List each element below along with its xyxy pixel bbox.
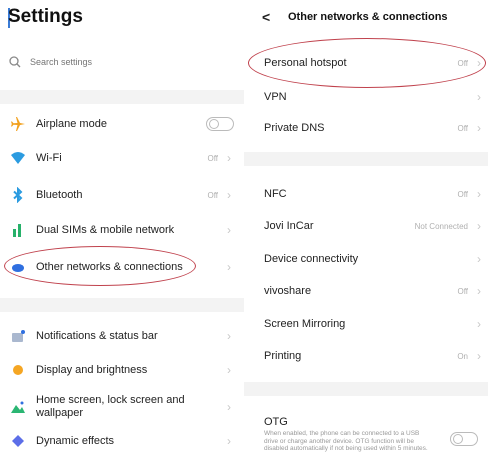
chevron-right-icon: ›	[477, 349, 481, 363]
bluetooth-icon	[10, 187, 26, 203]
setting-value: Off	[457, 189, 468, 199]
setting-wifi[interactable]: Wi-Fi Off ›	[0, 148, 244, 168]
setting-dual-sims[interactable]: Dual SIMs & mobile network ›	[0, 220, 244, 240]
chevron-right-icon: ›	[477, 252, 481, 266]
header: < Other networks & connections	[244, 0, 488, 34]
chevron-right-icon: ›	[227, 400, 231, 414]
wifi-icon	[10, 150, 26, 166]
airplane-toggle[interactable]	[206, 117, 234, 131]
chevron-right-icon: ›	[227, 188, 231, 202]
setting-jovi-incar[interactable]: Jovi InCar Not Connected ›	[244, 216, 488, 236]
setting-value: Off	[457, 123, 468, 133]
chevron-right-icon: ›	[477, 90, 481, 104]
search-input[interactable]	[28, 56, 192, 68]
wallpaper-icon	[10, 399, 26, 415]
chevron-right-icon: ›	[227, 260, 231, 274]
chevron-right-icon: ›	[477, 284, 481, 298]
setting-value: Off	[457, 286, 468, 296]
setting-home-screen[interactable]: Home screen, lock screen and wallpaper ›	[0, 392, 244, 422]
setting-dynamic-effects[interactable]: Dynamic effects ›	[0, 431, 244, 451]
setting-label: Device connectivity	[264, 253, 359, 265]
page-title: Other networks & connections	[288, 11, 448, 23]
setting-notifications[interactable]: Notifications & status bar ›	[0, 326, 244, 346]
setting-printing[interactable]: Printing On ›	[244, 346, 488, 366]
back-button[interactable]: <	[262, 9, 278, 25]
setting-vivoshare[interactable]: vivoshare Off ›	[244, 281, 488, 301]
setting-otg[interactable]: OTG	[244, 414, 488, 430]
setting-value: Off	[207, 190, 218, 200]
chevron-right-icon: ›	[227, 329, 231, 343]
chevron-right-icon: ›	[227, 363, 231, 377]
highlight-oval	[4, 246, 196, 286]
notification-icon	[10, 328, 26, 344]
page-title: Settings	[8, 6, 83, 27]
sim-signal-icon	[10, 222, 26, 238]
setting-display-brightness[interactable]: Display and brightness ›	[0, 360, 244, 380]
setting-label: Display and brightness	[36, 363, 148, 376]
search-icon	[8, 55, 22, 69]
section-divider	[244, 382, 488, 396]
chevron-right-icon: ›	[477, 317, 481, 331]
search-bar[interactable]	[8, 52, 234, 72]
setting-label: Dual SIMs & mobile network	[36, 223, 175, 236]
chevron-right-icon: ›	[477, 121, 481, 135]
airplane-icon	[10, 116, 26, 132]
otg-description: When enabled, the phone can be connected…	[264, 430, 428, 452]
setting-label: Home screen, lock screen and wallpaper	[36, 394, 185, 419]
other-networks-pane: < Other networks & connections Personal …	[244, 0, 488, 459]
setting-label: Bluetooth	[36, 188, 83, 201]
setting-label: vivoshare	[264, 285, 312, 297]
setting-label: Wi-Fi	[36, 151, 62, 164]
setting-label: OTG	[264, 416, 288, 428]
setting-screen-mirroring[interactable]: Screen Mirroring ›	[244, 314, 488, 334]
settings-pane: Settings Airplane mode Wi-Fi Off › Bluet…	[0, 0, 244, 459]
setting-value: Not Connected	[414, 221, 468, 231]
setting-nfc[interactable]: NFC Off ›	[244, 184, 488, 204]
setting-private-dns[interactable]: Private DNS Off ›	[244, 118, 488, 138]
effects-icon	[10, 433, 26, 449]
setting-vpn[interactable]: VPN ›	[244, 87, 488, 107]
setting-label: NFC	[264, 188, 287, 200]
section-divider	[244, 152, 488, 166]
chevron-right-icon: ›	[227, 151, 231, 165]
setting-label: Jovi InCar	[264, 220, 314, 232]
setting-bluetooth[interactable]: Bluetooth Off ›	[0, 185, 244, 205]
section-divider	[0, 90, 244, 104]
setting-airplane-mode[interactable]: Airplane mode	[0, 114, 244, 134]
setting-label: Airplane mode	[36, 117, 107, 130]
setting-label: Printing	[264, 350, 302, 362]
setting-label: Notifications & status bar	[36, 329, 158, 342]
setting-label: Screen Mirroring	[264, 318, 346, 330]
setting-label: Dynamic effects	[36, 434, 115, 447]
highlight-oval	[248, 38, 486, 88]
setting-device-connectivity[interactable]: Device connectivity ›	[244, 249, 488, 269]
setting-value: Off	[207, 153, 218, 163]
chevron-right-icon: ›	[477, 187, 481, 201]
otg-toggle[interactable]	[450, 432, 478, 446]
brightness-icon	[10, 362, 26, 378]
section-divider	[0, 298, 244, 312]
setting-label: Private DNS	[264, 122, 325, 134]
setting-value: On	[457, 351, 468, 361]
setting-label: VPN	[264, 91, 287, 103]
chevron-right-icon: ›	[227, 434, 231, 448]
chevron-right-icon: ›	[227, 223, 231, 237]
chevron-right-icon: ›	[477, 219, 481, 233]
